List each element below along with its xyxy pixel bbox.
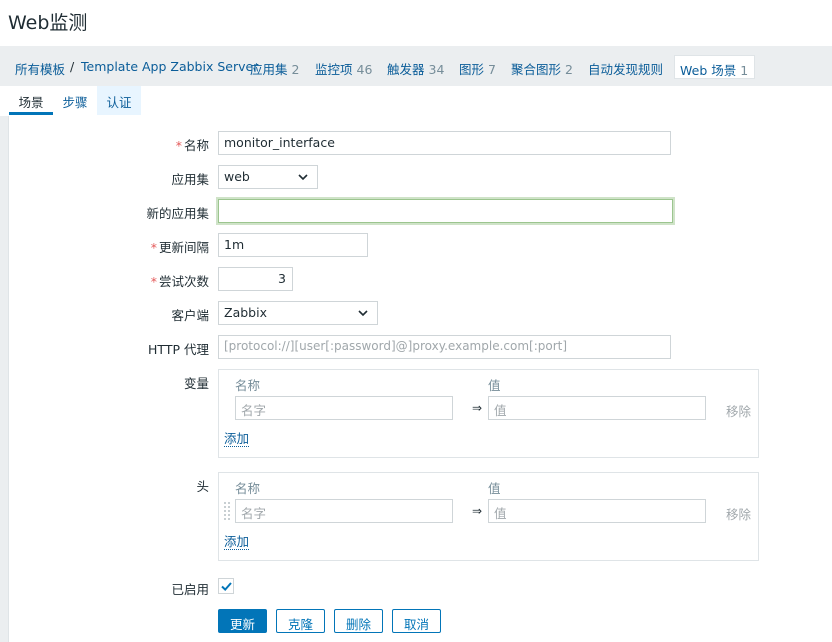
breadcrumb-separator: / — [70, 59, 75, 74]
variables-col-name: 名称 — [235, 378, 261, 393]
nav-applications-label: 应用集 — [250, 62, 288, 77]
variable-value-input[interactable]: 值 — [488, 396, 706, 420]
nav-items-count: 46 — [356, 62, 373, 77]
new-application-input[interactable] — [218, 199, 673, 223]
attempts-label-text: 尝试次数 — [158, 274, 209, 289]
arrow-icon: ⇒ — [472, 401, 483, 415]
nav-discovery-label: 自动发现规则 — [588, 62, 664, 77]
drag-handle-icon[interactable] — [223, 501, 231, 521]
enabled-checkbox[interactable] — [218, 578, 234, 594]
agent-label: 客户端 — [171, 308, 209, 323]
required-mark: * — [150, 240, 157, 255]
update-button[interactable]: 更新 — [218, 609, 267, 633]
new-application-label: 新的应用集 — [146, 206, 209, 221]
http-proxy-input[interactable]: [protocol://][user[:password]@]proxy.exa… — [218, 335, 671, 359]
nav-triggers-label: 触发器 — [387, 62, 425, 77]
nav-screens[interactable]: 聚合图形 2 — [511, 59, 573, 78]
required-mark: * — [150, 274, 157, 289]
http-proxy-label: HTTP 代理 — [148, 342, 209, 357]
nav-triggers-count: 34 — [428, 62, 445, 77]
breadcrumb-all-templates[interactable]: 所有模板 — [15, 59, 65, 78]
variables-label: 变量 — [183, 376, 209, 391]
headers-col-name: 名称 — [235, 481, 261, 496]
variables-col-value: 值 — [488, 378, 501, 393]
header-add-button[interactable]: 添加 — [224, 535, 250, 550]
nav-items-label: 监控项 — [315, 62, 353, 77]
breadcrumb-template[interactable]: Template App Zabbix Server — [81, 59, 258, 74]
nav-items[interactable]: 监控项 46 — [315, 59, 372, 78]
nav-screens-label: 聚合图形 — [511, 62, 562, 77]
name-label: * 名称 — [176, 135, 209, 154]
attempts-input[interactable]: 3 — [218, 267, 293, 291]
variables-table: 名称 值 名字 ⇒ 值 移除 添加 — [218, 369, 759, 458]
name-label-text: 名称 — [183, 138, 209, 153]
tab-scenario[interactable]: 场景 — [9, 86, 53, 115]
header-name-input[interactable]: 名字 — [235, 499, 453, 523]
nav-graphs[interactable]: 图形 7 — [459, 59, 496, 78]
application-label: 应用集 — [171, 172, 209, 187]
nav-applications-count: 2 — [291, 62, 300, 77]
nav-discovery[interactable]: 自动发现规则 — [588, 59, 663, 78]
chevron-down-icon — [358, 310, 368, 317]
cancel-button[interactable]: 取消 — [392, 609, 441, 633]
application-select[interactable]: web — [218, 165, 318, 189]
clone-button[interactable]: 克隆 — [276, 609, 325, 633]
name-input[interactable]: monitor_interface — [218, 131, 671, 155]
update-interval-label: * 更新间隔 — [151, 237, 209, 256]
nav-graphs-count: 7 — [488, 62, 496, 77]
nav-applications[interactable]: 应用集 2 — [250, 59, 299, 78]
required-mark: * — [175, 138, 182, 153]
headers-table: 名称 值 名字 ⇒ 值 移除 添加 — [218, 472, 759, 561]
variable-remove-button[interactable]: 移除 — [726, 401, 751, 420]
nav-screens-count: 2 — [565, 62, 573, 77]
form-panel: * 名称 monitor_interface 应用集 web 新的应用集 * 更新间… — [8, 116, 832, 642]
chevron-down-icon — [298, 174, 308, 181]
page-header: Web监测 — [0, 0, 832, 46]
application-selected: web — [224, 169, 250, 184]
header-remove-button[interactable]: 移除 — [726, 504, 751, 523]
variable-add-button[interactable]: 添加 — [224, 432, 250, 447]
breadcrumb: 所有模板 / Template App Zabbix Server 应用集 2 … — [0, 46, 832, 86]
page-title: Web监测 — [8, 12, 88, 34]
headers-col-value: 值 — [488, 481, 501, 496]
agent-selected: Zabbix — [224, 305, 267, 320]
nav-web-scenarios[interactable]: Web 场景 1 — [674, 55, 756, 79]
checkmark-icon — [221, 582, 232, 592]
variable-name-input[interactable]: 名字 — [235, 396, 453, 420]
nav-web-count: 1 — [740, 63, 749, 78]
tab-bar: 场景 步骤 认证 — [0, 86, 832, 116]
nav-graphs-label: 图形 — [459, 62, 485, 77]
update-interval-label-text: 更新间隔 — [158, 240, 209, 255]
headers-label: 头 — [196, 479, 209, 494]
nav-web-label: Web 场景 — [680, 63, 737, 78]
attempts-label: * 尝试次数 — [151, 271, 209, 290]
tab-steps[interactable]: 步骤 — [54, 86, 96, 115]
agent-select[interactable]: Zabbix — [218, 301, 378, 325]
delete-button[interactable]: 删除 — [334, 609, 383, 633]
update-interval-input[interactable]: 1m — [218, 233, 368, 257]
header-value-input[interactable]: 值 — [488, 499, 706, 523]
tab-authentication[interactable]: 认证 — [97, 86, 141, 115]
enabled-label: 已启用 — [171, 582, 209, 597]
arrow-icon: ⇒ — [472, 504, 483, 518]
nav-triggers[interactable]: 触发器 34 — [387, 59, 444, 78]
